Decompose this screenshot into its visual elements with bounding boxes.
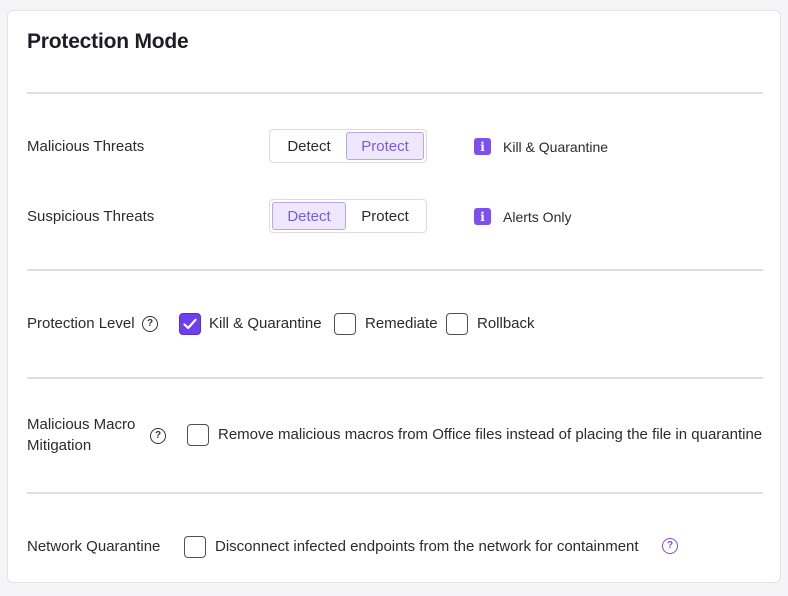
malicious-threats-toggle: Detect Protect [269,129,427,163]
malicious-mode-info: Kill & Quarantine [503,139,609,155]
question-circle-icon[interactable]: ? [142,316,158,332]
suspicious-threats-toggle: Detect Protect [269,199,427,233]
macro-mitigation-label-line2: Mitigation [27,437,92,454]
question-circle-icon[interactable]: ? [150,428,166,444]
malicious-protect-option[interactable]: Protect [346,132,424,160]
kill-quarantine-label: Kill & Quarantine [209,315,322,332]
checkmark-icon [183,318,197,330]
divider [27,377,763,379]
rollback-label: Rollback [477,315,535,332]
macro-mitigation-description: Remove malicious macros from Office file… [218,426,763,443]
remediate-label: Remediate [365,315,438,332]
info-icon: i [474,208,491,225]
protection-mode-card: Protection Mode Malicious Threats Detect… [7,10,781,583]
rollback-checkbox[interactable] [446,313,468,335]
divider [27,492,763,494]
kill-quarantine-checkbox[interactable] [179,313,201,335]
suspicious-threats-label: Suspicious Threats [27,208,155,225]
info-icon: i [474,138,491,155]
divider [27,92,763,94]
network-quarantine-label: Network Quarantine [27,538,161,555]
question-circle-icon[interactable]: ? [662,538,678,554]
malicious-detect-option[interactable]: Detect [272,132,346,160]
network-quarantine-description: Disconnect infected endpoints from the n… [215,538,639,555]
network-quarantine-checkbox[interactable] [184,536,206,558]
protection-level-label: Protection Level [27,315,135,332]
macro-mitigation-checkbox[interactable] [187,424,209,446]
remediate-checkbox[interactable] [334,313,356,335]
suspicious-detect-option[interactable]: Detect [272,202,346,230]
page-title: Protection Mode [27,30,189,53]
malicious-threats-label: Malicious Threats [27,138,145,155]
divider [27,269,763,271]
suspicious-mode-info: Alerts Only [503,209,572,225]
macro-mitigation-label-line1: Malicious Macro [27,416,136,433]
suspicious-protect-option[interactable]: Protect [346,202,424,230]
